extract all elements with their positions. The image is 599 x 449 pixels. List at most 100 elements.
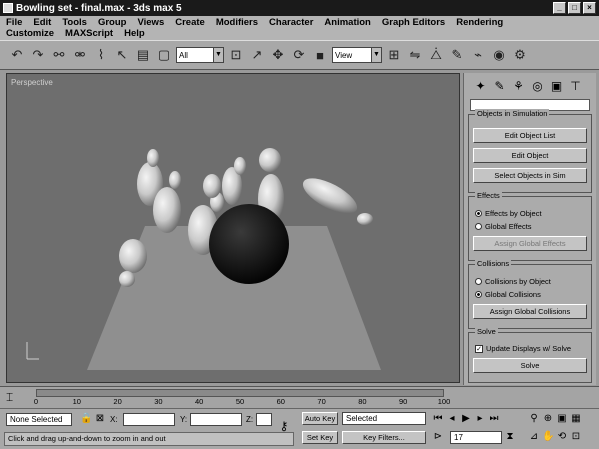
- reference-coordinate-dropdown[interactable]: View ▼: [332, 47, 382, 63]
- global-collisions-radio[interactable]: Global Collisions: [475, 290, 585, 299]
- command-panel: ✦ ✎ ⚘ ◎ ▣ ⊤ Objects in Simulation Edit O…: [463, 73, 596, 385]
- current-frame-field[interactable]: 17: [450, 431, 502, 444]
- zoom-extents-all-icon[interactable]: ▦: [570, 413, 582, 425]
- undo-icon[interactable]: ↶: [8, 45, 26, 65]
- solve-button[interactable]: Solve: [473, 358, 587, 373]
- viewport-label[interactable]: Perspective: [11, 78, 53, 87]
- minimize-button[interactable]: _: [553, 2, 566, 14]
- menu-group[interactable]: Group: [98, 17, 127, 28]
- radio-label: Effects by Object: [485, 209, 542, 218]
- global-effects-radio[interactable]: Global Effects: [475, 222, 585, 231]
- select-and-link-icon[interactable]: ⊡: [227, 45, 245, 65]
- close-button[interactable]: ×: [583, 2, 596, 14]
- maximize-viewport-icon[interactable]: ⊡: [570, 431, 582, 443]
- collisions-by-object-radio[interactable]: Collisions by Object: [475, 277, 585, 286]
- edit-object-list-button[interactable]: Edit Object List: [473, 128, 587, 143]
- hierarchy-icon[interactable]: ⚘: [510, 77, 527, 94]
- menu-help[interactable]: Help: [124, 28, 145, 39]
- update-displays-checkbox[interactable]: ✓ Update Displays w/ Solve: [475, 344, 585, 353]
- utilities-icon[interactable]: ⊤: [567, 77, 584, 94]
- link-icon[interactable]: ⚯: [50, 45, 68, 65]
- key-filters-button[interactable]: Key Filters...: [342, 431, 426, 444]
- zoom-icon[interactable]: ⚲: [528, 413, 540, 425]
- effects-rollout: Effects Effects by Object Global Effects…: [468, 191, 592, 261]
- scale-icon[interactable]: ■: [311, 45, 329, 65]
- tick-label: 40: [195, 397, 204, 406]
- maximize-button[interactable]: □: [568, 2, 581, 14]
- timeline-ticks: 0 10 20 30 40 50 60 70 80 90 100: [33, 387, 450, 409]
- rollout-title[interactable]: Collisions: [475, 259, 512, 268]
- radio-empty-icon: [475, 223, 482, 230]
- motion-icon[interactable]: ◎: [529, 77, 546, 94]
- key-filter-dropdown[interactable]: Selected: [342, 412, 426, 425]
- play-icon[interactable]: ▶: [460, 413, 472, 425]
- auto-key-button[interactable]: Auto Key: [302, 412, 338, 425]
- select-objects-in-sim-button[interactable]: Select Objects in Sim: [473, 168, 587, 183]
- select-icon[interactable]: ↖: [113, 45, 131, 65]
- curve-editor-icon[interactable]: ⌁: [469, 45, 487, 65]
- menu-animation[interactable]: Animation: [324, 17, 370, 28]
- crossing-icon[interactable]: ↗: [248, 45, 266, 65]
- x-coordinate-field[interactable]: [123, 413, 175, 426]
- prompt-line: Click and drag up-and-down to zoom in an…: [4, 432, 294, 446]
- menu-views[interactable]: Views: [137, 17, 164, 28]
- assign-global-effects-button[interactable]: Assign Global Effects: [473, 236, 587, 251]
- edit-object-button[interactable]: Edit Object: [473, 148, 587, 163]
- move-icon[interactable]: ✥: [269, 45, 287, 65]
- selection-status: None Selected: [6, 413, 72, 426]
- menu-rendering[interactable]: Rendering: [456, 17, 503, 28]
- tick-label: 0: [33, 397, 39, 406]
- mirror-icon[interactable]: ⇋: [406, 45, 424, 65]
- pivot-icon[interactable]: ⊞: [385, 45, 403, 65]
- y-coordinate-field[interactable]: [190, 413, 242, 426]
- menu-customize[interactable]: Customize: [6, 28, 54, 39]
- assign-global-collisions-button[interactable]: Assign Global Collisions: [473, 304, 587, 319]
- menu-modifiers[interactable]: Modifiers: [216, 17, 258, 28]
- create-icon[interactable]: ✦: [472, 77, 489, 94]
- arc-rotate-icon[interactable]: ⟲: [556, 431, 568, 443]
- goto-end-icon[interactable]: ⏭: [488, 413, 500, 425]
- menu-maxscript[interactable]: MAXScript: [65, 28, 113, 39]
- z-label: Z:: [246, 415, 254, 424]
- rotate-icon[interactable]: ⟳: [290, 45, 308, 65]
- render-icon[interactable]: ⚙: [511, 45, 529, 65]
- next-frame-icon[interactable]: ▸: [474, 413, 486, 425]
- display-icon[interactable]: ▣: [548, 77, 565, 94]
- menu-create[interactable]: Create: [175, 17, 205, 28]
- key-mode-icon[interactable]: ⊳: [432, 431, 444, 443]
- menu-character[interactable]: Character: [269, 17, 313, 28]
- redo-icon[interactable]: ↷: [29, 45, 47, 65]
- rollout-title[interactable]: Objects in Simulation: [475, 109, 550, 118]
- key-icon[interactable]: ⚷: [278, 420, 290, 432]
- modify-icon[interactable]: ✎: [491, 77, 508, 94]
- rollout-title[interactable]: Effects: [475, 191, 502, 200]
- bind-space-warp-icon[interactable]: ⌇: [92, 45, 110, 65]
- region-select-icon[interactable]: ▢: [155, 45, 173, 65]
- zoom-extents-icon[interactable]: ▣: [556, 413, 568, 425]
- tick-label: 60: [276, 397, 285, 406]
- goto-start-icon[interactable]: ⏮: [432, 413, 444, 425]
- rollout-title[interactable]: Solve: [475, 327, 498, 336]
- selection-filter-dropdown[interactable]: All ▼: [176, 47, 224, 63]
- z-coordinate-field[interactable]: [256, 413, 272, 426]
- layers-icon[interactable]: ✎: [448, 45, 466, 65]
- select-by-name-icon[interactable]: ▤: [134, 45, 152, 65]
- zoom-all-icon[interactable]: ⊕: [542, 413, 554, 425]
- previous-frame-icon[interactable]: ◂: [446, 413, 458, 425]
- menu-graph-editors[interactable]: Graph Editors: [382, 17, 445, 28]
- menu-tools[interactable]: Tools: [62, 17, 87, 28]
- pan-icon[interactable]: ✋: [542, 431, 554, 443]
- time-config-icon[interactable]: ⧗: [504, 431, 516, 443]
- set-key-button[interactable]: Set Key: [302, 431, 338, 444]
- perspective-viewport[interactable]: Perspective: [6, 73, 460, 383]
- unlink-icon[interactable]: ⚮: [71, 45, 89, 65]
- field-of-view-icon[interactable]: ⊿: [528, 431, 540, 443]
- menu-file[interactable]: File: [6, 17, 22, 28]
- absolute-mode-icon[interactable]: ⊠: [94, 413, 106, 425]
- align-icon[interactable]: ⧊: [427, 45, 445, 65]
- track-bar-icon[interactable]: ⌶: [6, 390, 13, 405]
- menu-edit[interactable]: Edit: [33, 17, 51, 28]
- lock-icon[interactable]: 🔒: [80, 413, 92, 425]
- material-editor-icon[interactable]: ◉: [490, 45, 508, 65]
- effects-by-object-radio[interactable]: Effects by Object: [475, 209, 585, 218]
